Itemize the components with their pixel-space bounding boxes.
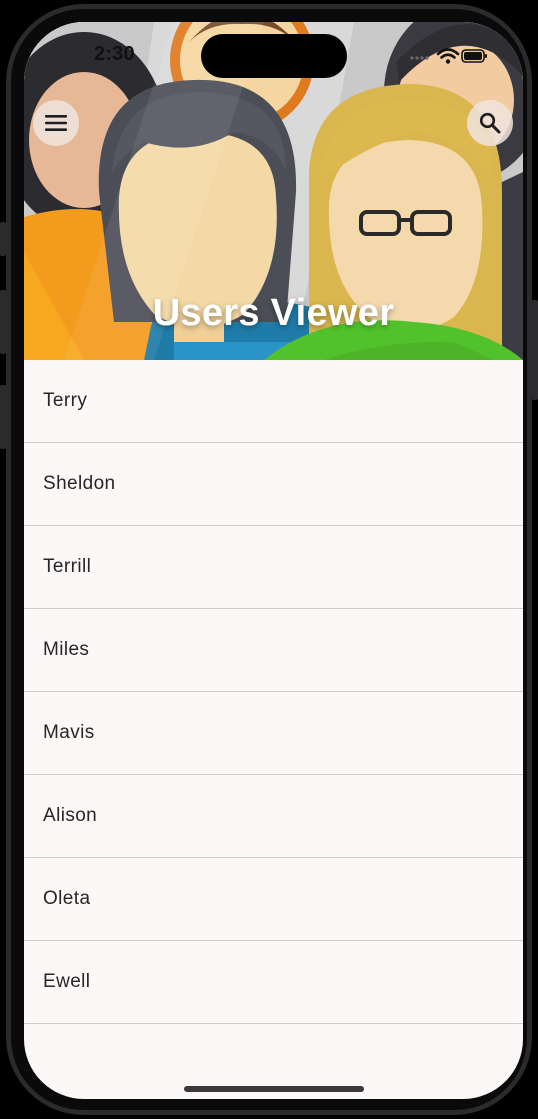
users-list: Terry Sheldon Terrill Miles Mavis Alison… — [24, 360, 523, 1024]
list-item-user-sheldon[interactable]: Sheldon — [24, 443, 523, 526]
search-button[interactable] — [467, 100, 513, 146]
app-screen: 2:30 Users Viewer Terry Sheldon Terrill … — [24, 22, 523, 1099]
list-item-user-mavis[interactable]: Mavis — [24, 692, 523, 775]
user-name: Mavis — [43, 722, 95, 743]
list-item-user-alison[interactable]: Alison — [24, 775, 523, 858]
header-banner: 2:30 Users Viewer — [24, 22, 523, 360]
hamburger-menu-icon — [45, 115, 67, 131]
status-time: 2:30 — [94, 43, 135, 65]
dynamic-island — [201, 34, 347, 78]
battery-icon — [461, 49, 487, 63]
list-item-user-oleta[interactable]: Oleta — [24, 858, 523, 941]
user-name: Miles — [43, 639, 90, 660]
list-item-user-miles[interactable]: Miles — [24, 609, 523, 692]
power-button — [532, 300, 538, 400]
user-name: Terrill — [43, 556, 92, 577]
user-name: Terry — [43, 390, 88, 411]
home-indicator[interactable] — [184, 1086, 364, 1092]
menu-button[interactable] — [33, 100, 79, 146]
phone-device: 2:30 Users Viewer Terry Sheldon Terrill … — [0, 0, 538, 1119]
page-title: Users Viewer — [152, 292, 395, 334]
list-item-user-terry[interactable]: Terry — [24, 360, 523, 443]
user-name: Ewell — [43, 971, 91, 992]
user-name: Oleta — [43, 888, 91, 909]
user-name: Alison — [43, 805, 98, 826]
list-item-user-terrill[interactable]: Terrill — [24, 526, 523, 609]
status-icons — [410, 48, 487, 64]
list-item-user-ewell[interactable]: Ewell — [24, 941, 523, 1024]
signal-dots-icon — [410, 56, 429, 60]
user-name: Sheldon — [43, 473, 116, 494]
search-icon — [479, 112, 501, 134]
wifi-icon — [436, 48, 460, 64]
